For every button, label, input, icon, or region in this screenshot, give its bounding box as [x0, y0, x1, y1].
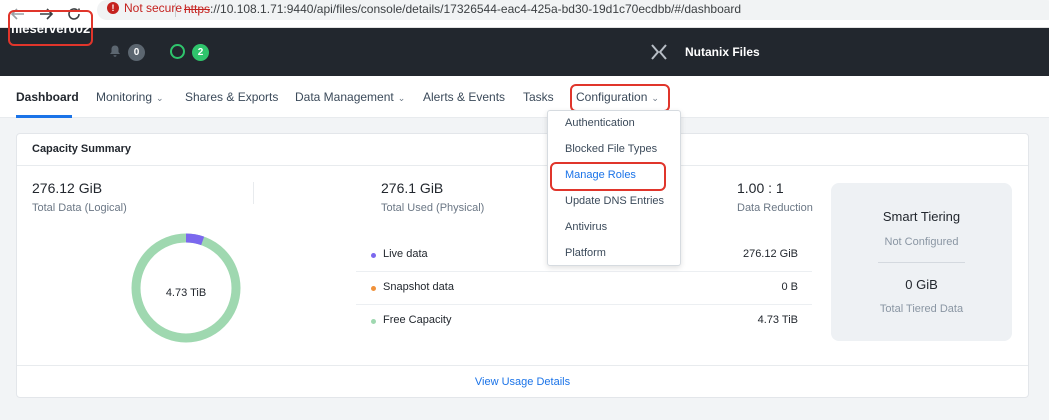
total-used-label: Total Used (Physical)	[381, 202, 485, 214]
tab-data-management-label: Data Management	[295, 90, 394, 104]
legend-name: Live data	[383, 248, 428, 260]
chevron-down-icon: ⌄	[397, 93, 406, 103]
menu-item-update-dns-entries[interactable]: Update DNS Entries	[565, 195, 664, 207]
smart-tiering-status: Not Configured	[884, 236, 959, 248]
url-path: ://10.108.1.71:9440/api/files/console/de…	[210, 2, 742, 16]
tab-shares-exports[interactable]: Shares & Exports	[185, 90, 278, 104]
legend-value: 4.73 TiB	[757, 314, 798, 326]
view-usage-details-link[interactable]: View Usage Details	[17, 376, 1028, 388]
donut-center-label: 4.73 TiB	[165, 287, 207, 299]
legend-row: Free Capacity 4.73 TiB	[356, 312, 812, 338]
tab-alerts-events[interactable]: Alerts & Events	[423, 90, 505, 104]
security-label: Not secure	[124, 1, 183, 15]
legend-name: Free Capacity	[383, 314, 452, 326]
total-data-label: Total Data (Logical)	[32, 202, 127, 214]
tiering-divider	[878, 262, 965, 263]
footer-divider	[17, 365, 1028, 366]
live-data-dot	[371, 253, 376, 258]
smart-tiering-title: Smart Tiering	[882, 209, 961, 224]
menu-item-authentication[interactable]: Authentication	[565, 117, 635, 129]
menu-item-blocked-file-types[interactable]: Blocked File Types	[565, 143, 657, 155]
snapshot-data-dot	[371, 286, 376, 291]
data-reduction-label: Data Reduction	[737, 202, 813, 214]
free-capacity-dot	[371, 319, 376, 324]
manage-roles-highlight	[550, 162, 666, 191]
url-protocol: https	[184, 2, 211, 16]
total-used-value: 276.1 GiB	[381, 180, 444, 196]
configuration-highlight	[570, 84, 670, 112]
total-data-value: 276.12 GiB	[32, 180, 103, 196]
tab-monitoring[interactable]: Monitoring ⌄	[96, 90, 164, 104]
legend-value: 276.12 GiB	[742, 248, 798, 260]
card-divider	[17, 165, 1028, 166]
app-header	[0, 28, 1049, 76]
warning-icon: !	[107, 2, 119, 14]
menu-item-antivirus[interactable]: Antivirus	[565, 221, 607, 233]
server-name[interactable]: fileserver002	[8, 10, 93, 46]
product-name: Nutanix Files	[685, 45, 760, 59]
data-reduction-value: 1.00 : 1	[737, 180, 784, 196]
tiered-data-value: 0 GiB	[905, 277, 938, 292]
tiered-data-label: Total Tiered Data	[879, 303, 964, 315]
stat-divider	[253, 182, 254, 204]
security-indicator[interactable]: ! Not secure	[107, 1, 182, 15]
menu-item-platform[interactable]: Platform	[565, 247, 606, 259]
task-count-badge[interactable]: 2	[192, 44, 209, 61]
legend-value: 0 B	[781, 281, 798, 293]
task-ring-icon[interactable]	[170, 44, 185, 59]
url-text[interactable]: https://10.108.1.71:9440/api/files/conso…	[184, 2, 741, 16]
legend-name: Snapshot data	[383, 281, 454, 293]
alert-count-badge[interactable]: 0	[128, 44, 145, 61]
legend-row: Snapshot data 0 B	[356, 279, 812, 305]
bell-icon[interactable]	[108, 44, 122, 58]
url-divider	[175, 3, 176, 17]
nutanix-logo-icon	[651, 44, 667, 60]
tab-monitoring-label: Monitoring	[96, 90, 153, 104]
tab-tasks[interactable]: Tasks	[523, 90, 554, 104]
chevron-down-icon: ⌄	[156, 93, 164, 103]
tab-data-management[interactable]: Data Management ⌄	[295, 90, 405, 104]
tab-dashboard[interactable]: Dashboard	[16, 90, 79, 104]
main-tabs: Dashboard Monitoring ⌄ Shares & Exports D…	[0, 76, 1049, 118]
card-title: Capacity Summary	[32, 143, 132, 155]
browser-toolbar: ! Not secure https://10.108.1.71:9440/ap…	[0, 0, 1049, 28]
